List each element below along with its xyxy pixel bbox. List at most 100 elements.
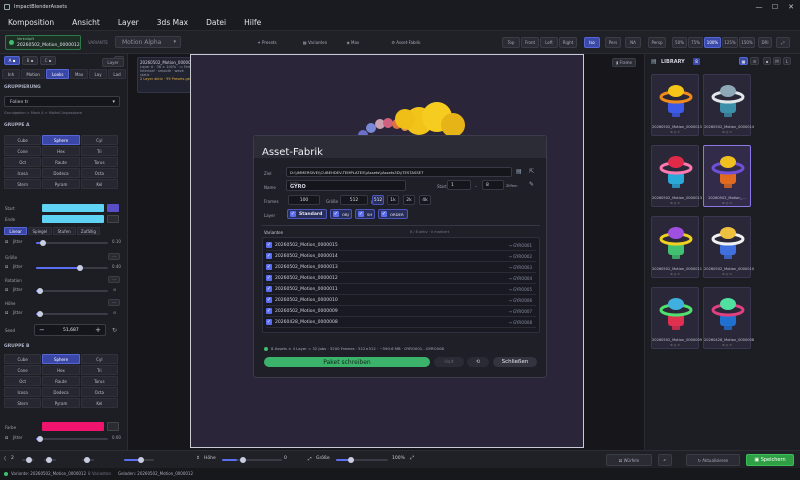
- dice-icon[interactable]: ⚄: [5, 435, 8, 440]
- start-field[interactable]: 1: [447, 180, 471, 190]
- close-button[interactable]: Schließen: [493, 357, 537, 367]
- tab-max[interactable]: Max: [70, 69, 89, 79]
- shape-oct[interactable]: Oct: [4, 157, 42, 167]
- checkbox-icon[interactable]: ✓: [266, 319, 272, 325]
- group-b-color-swatch[interactable]: [42, 422, 104, 431]
- dice-icon[interactable]: ⚄: [5, 310, 8, 315]
- shape-cone[interactable]: Cone: [4, 365, 42, 375]
- library-item[interactable]: 20260502_Motion_0000015 ⚙ ◎ ✕: [651, 74, 702, 136]
- zoom-50[interactable]: 50%: [672, 37, 687, 48]
- folder-icon[interactable]: ▤: [516, 168, 522, 175]
- refresh-button[interactable]: ↻ Aktualisieren: [686, 454, 740, 466]
- view-persp[interactable]: Persp: [648, 37, 666, 48]
- layer-chip-sh[interactable]: ✓ SH: [355, 209, 375, 219]
- frame-slider[interactable]: [22, 457, 34, 463]
- reset-button[interactable]: ⟲: [467, 357, 489, 367]
- zoom-125[interactable]: 125%: [722, 37, 738, 48]
- shape-cube[interactable]: Cube: [4, 135, 42, 145]
- view-iso[interactable]: Iso: [584, 37, 600, 48]
- minus-icon[interactable]: −: [39, 326, 45, 334]
- library-item[interactable]: 20260502_Motion_0000009 ⚙ ◎ ✕: [651, 287, 702, 349]
- library-item[interactable]: 20260502_Motion_... ⚙ ◎ ✕: [703, 145, 751, 207]
- shape-oct[interactable]: Oct: [4, 376, 42, 386]
- dice-icon[interactable]: ⚄: [5, 287, 8, 292]
- interp-stufen[interactable]: Stufen: [52, 227, 76, 235]
- layer-chip-obj[interactable]: ✓ OBJ: [330, 209, 352, 219]
- tab-max[interactable]: ◈ Max: [340, 37, 366, 48]
- color-jitter-slider[interactable]: [36, 436, 108, 442]
- fit-icon[interactable]: ⤢: [776, 37, 790, 48]
- menu-datei[interactable]: Datei: [206, 18, 226, 27]
- save-button[interactable]: ▣ Speichern: [746, 454, 794, 466]
- list-item[interactable]: ✓ 20260502_Motion_0000015 → GYRO001: [266, 240, 536, 251]
- timeline-slider-b[interactable]: [82, 457, 94, 463]
- write-package-button[interactable]: Paket schreiben: [264, 357, 430, 367]
- viewport-frame-button[interactable]: ▮ Frame: [612, 58, 636, 67]
- library-item[interactable]: 20260428_Motion_0000008 ⚙ ◎ ✕: [703, 287, 754, 349]
- interp-spiegel[interactable]: Spiegel: [28, 227, 52, 235]
- variant-dropdown[interactable]: Motion Alpha ▾: [115, 36, 181, 48]
- size-menu-button[interactable]: ⋯: [108, 253, 120, 260]
- frames-field[interactable]: 100: [288, 195, 320, 205]
- height-jitter-slider[interactable]: [36, 311, 108, 317]
- view-left[interactable]: Left: [540, 37, 558, 48]
- checkbox-icon[interactable]: ✓: [266, 297, 272, 303]
- shape-hex[interactable]: Hex: [42, 365, 80, 375]
- res-2k[interactable]: 2k: [403, 195, 415, 205]
- list-item[interactable]: ✓ 20260502_Motion_0000010 → GYRO006: [266, 295, 536, 306]
- checkbox-icon[interactable]: ✓: [266, 286, 272, 292]
- shape-icosa[interactable]: Icosa: [4, 387, 42, 397]
- tab-inh[interactable]: Inh: [2, 69, 20, 79]
- name-field[interactable]: Präfix GYRO: [286, 180, 406, 191]
- shape-cyl[interactable]: Cyl: [80, 135, 118, 145]
- target-path-field[interactable]: D:\\IMMERSIVE\\CUBEHDEV-TEMPLATES\\Asset…: [286, 167, 512, 177]
- view-na[interactable]: NA: [625, 37, 641, 48]
- shape-tri[interactable]: Tri: [80, 146, 118, 156]
- layer-a-button[interactable]: A ▪: [4, 56, 20, 65]
- tab-motion[interactable]: Motion: [20, 69, 46, 79]
- size-jitter-slider[interactable]: [36, 265, 108, 271]
- undo-button[interactable]: ↶: [658, 454, 672, 466]
- shape-raute[interactable]: Raute: [42, 157, 80, 167]
- res-512[interactable]: 512: [372, 195, 384, 205]
- size-slider[interactable]: [336, 457, 388, 463]
- shape-hex[interactable]: Hex: [42, 146, 80, 156]
- tab-asset-fabrik[interactable]: ⚙ Asset-Fabrik: [384, 37, 428, 48]
- list-item[interactable]: ✓ 20260428_Motion_0000008 → GYRO008: [266, 317, 536, 328]
- end-color-swatch[interactable]: [42, 215, 104, 223]
- view-pers[interactable]: Pers: [605, 37, 621, 48]
- shape-torus[interactable]: Torus: [80, 376, 118, 386]
- rotation-menu-button[interactable]: ⋯: [108, 276, 120, 283]
- shape-pyram[interactable]: Pyram: [42, 398, 80, 408]
- viewport-layer-select[interactable]: Layer: [102, 58, 124, 67]
- shape-kel[interactable]: Kel: [80, 398, 118, 408]
- list-item[interactable]: ✓ 20260502_Motion_0000013 → GYRO003: [266, 262, 536, 273]
- height-slider[interactable]: [222, 457, 282, 463]
- shape-raute[interactable]: Raute: [42, 376, 80, 386]
- dice-icon[interactable]: ⚄: [5, 264, 8, 269]
- shape-tri[interactable]: Tri: [80, 365, 118, 375]
- tab-lay[interactable]: Lay: [89, 69, 108, 79]
- layer-b-button[interactable]: B ▪: [22, 56, 38, 65]
- start-color-swatch[interactable]: [42, 204, 104, 212]
- checkbox-icon[interactable]: ✓: [266, 242, 272, 248]
- shape-cone[interactable]: Cone: [4, 146, 42, 156]
- list-item[interactable]: ✓ 20260502_Motion_0000011 → GYRO005: [266, 284, 536, 295]
- checkbox-icon[interactable]: ✓: [266, 253, 272, 259]
- interp-zufaellig[interactable]: Zufällig: [76, 227, 100, 235]
- shape-octa[interactable]: Octa: [80, 387, 118, 397]
- size-field[interactable]: 512: [340, 195, 368, 205]
- shape-dodeca[interactable]: Dodeca: [42, 387, 80, 397]
- menu-ansicht[interactable]: Ansicht: [72, 18, 100, 27]
- library-item[interactable]: 20260502_Motion_0000013 ⚙ ◎ ✕: [651, 145, 702, 207]
- jitter-slider[interactable]: [36, 240, 108, 246]
- res-4k[interactable]: 4k: [419, 195, 431, 205]
- end-field[interactable]: 8: [482, 180, 504, 190]
- frame-icon[interactable]: ⟨: [4, 456, 6, 462]
- interp-linear[interactable]: Linear: [4, 227, 28, 235]
- grid-view-icon[interactable]: ▦: [739, 57, 748, 65]
- grouping-dropdown[interactable]: Folien tr ▾: [4, 96, 120, 107]
- timeline-slider-a[interactable]: [44, 457, 56, 463]
- list-view-icon[interactable]: ☰: [750, 57, 759, 65]
- active-file-badge[interactable]: Verknüpft 20260502_Motion_0000012: [5, 35, 81, 50]
